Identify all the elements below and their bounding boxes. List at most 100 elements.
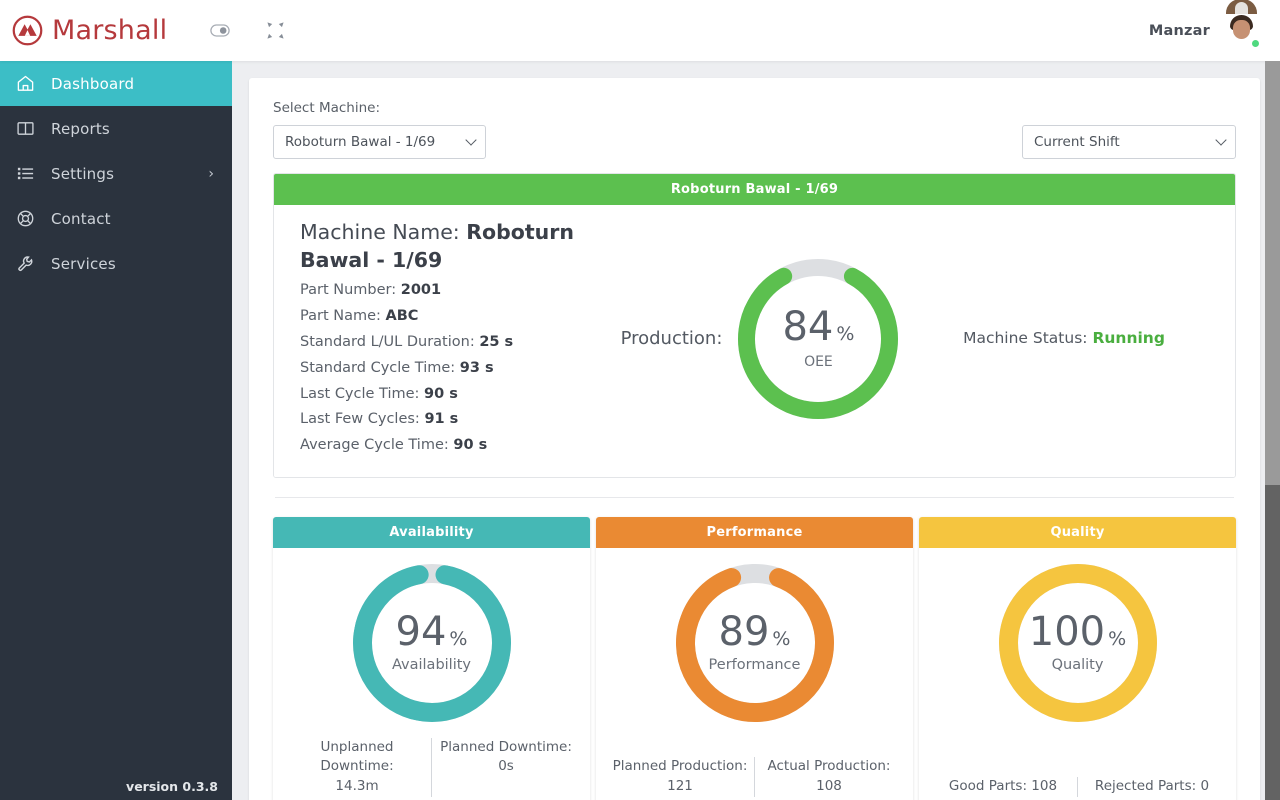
planned-downtime: Planned Downtime: 0s <box>440 738 572 775</box>
sidebar-item-reports[interactable]: Reports <box>0 106 232 151</box>
availability-chart-area: 94 % Availability <box>273 548 590 732</box>
machine-card-body: Machine Name: Roboturn Bawal - 1/69 Part… <box>274 205 1235 477</box>
top-header: Marshall Manzar <box>0 0 1280 61</box>
planned-production-label: Planned Production: <box>612 758 748 775</box>
detail-label: Last Cycle Time: <box>300 385 425 402</box>
toggle-switch-icon[interactable] <box>210 24 230 37</box>
shift-select[interactable]: Current Shift <box>1022 125 1236 159</box>
detail-value: 2001 <box>400 282 442 299</box>
machine-select-group: Select Machine: Roboturn Bawal - 1/69 <box>273 100 486 159</box>
actual-production-label: Actual Production: <box>767 758 891 775</box>
footer-separator <box>431 737 432 797</box>
availability-footer: Unplanned Downtime: 14.3m Planned Downti… <box>273 732 590 800</box>
performance-chart-area: 89 % Performance <box>596 548 913 732</box>
metric-cards-row: Availability 94 % Availability Unplanned… <box>273 516 1236 800</box>
page-scrollbar-thumb[interactable] <box>1265 61 1280 485</box>
quality-footer: Good Parts: 108 Rejected Parts: 0 <box>919 771 1236 800</box>
performance-card: Performance 89 % Performance Planned Pro… <box>596 516 913 800</box>
unplanned-downtime: Unplanned Downtime: 14.3m <box>287 738 427 797</box>
life-ring-icon <box>14 209 36 228</box>
detail-row: Part Name: ABC <box>300 304 600 330</box>
detail-row: Last Cycle Time: 90 s <box>300 382 600 408</box>
machine-select[interactable]: Roboturn Bawal - 1/69 <box>273 125 486 159</box>
quality-card: Quality 100 % Quality Good Parts: 108 Re… <box>919 516 1236 800</box>
machine-name-label: Machine Name: <box>300 220 467 244</box>
detail-label: Part Number: <box>300 282 401 299</box>
machine-status: Machine Status: Running <box>963 329 1165 347</box>
page-scrollbar-track[interactable] <box>1265 61 1280 800</box>
brand-logo[interactable]: Marshall <box>12 15 182 46</box>
detail-row: Standard Cycle Time: 93 s <box>300 356 600 382</box>
brand-name: Marshall <box>52 15 168 46</box>
quality-chart-area: 100 % Quality <box>919 548 1236 732</box>
book-icon <box>14 119 36 138</box>
performance-card-title: Performance <box>596 516 913 548</box>
actual-production: Actual Production: 108 <box>759 757 899 796</box>
detail-label: Average Cycle Time: <box>300 437 454 454</box>
app-root: Marshall Manzar Dashboard Reports Settin… <box>0 0 1280 800</box>
detail-value: 93 s <box>459 359 494 376</box>
availability-donut-chart: 94 % Availability <box>352 563 511 722</box>
detail-value: 91 s <box>424 411 459 428</box>
detail-value: ABC <box>385 308 419 325</box>
detail-value: 90 s <box>424 385 458 402</box>
machine-details: Machine Name: Roboturn Bawal - 1/69 Part… <box>300 219 600 459</box>
sidebar-item-settings[interactable]: Settings › <box>0 151 232 196</box>
list-icon <box>14 164 36 183</box>
shift-select-group: Current Shift <box>1022 125 1236 159</box>
detail-label: Standard Cycle Time: <box>300 359 460 376</box>
actual-production-value: 108 <box>816 778 842 795</box>
header-user-area[interactable]: Manzar <box>1148 0 1261 49</box>
detail-label: Standard L/UL Duration: <box>300 333 480 350</box>
machine-status-group: Machine Status: Running <box>919 329 1209 348</box>
wrench-icon <box>14 254 36 273</box>
performance-donut-chart: 89 % Performance <box>675 563 834 722</box>
shift-select-wrap: Current Shift <box>1022 125 1236 159</box>
detail-row: Part Number: 2001 <box>300 278 600 304</box>
chevron-right-icon: › <box>208 165 214 182</box>
production-label: Production: <box>620 328 723 350</box>
sidebar-item-label: Contact <box>51 209 111 228</box>
rejected-parts: Rejected Parts: 0 <box>1094 778 1210 795</box>
section-divider <box>275 496 1234 498</box>
sidebar: Dashboard Reports Settings › Contact Ser… <box>0 61 232 800</box>
sidebar-item-services[interactable]: Services <box>0 241 232 286</box>
detail-value: 90 s <box>453 437 488 454</box>
sidebar-item-label: Settings <box>51 164 115 183</box>
detail-label: Last Few Cycles: <box>300 411 425 428</box>
footer-separator <box>1077 777 1078 797</box>
good-parts: Good Parts: 108 <box>948 778 1058 795</box>
machine-name-row: Machine Name: Roboturn Bawal - 1/69 <box>300 219 600 274</box>
machine-status-value: Running <box>1092 329 1165 348</box>
scrollbar-header-cap <box>1265 0 1280 61</box>
selector-row: Select Machine: Roboturn Bawal - 1/69 Cu… <box>273 100 1236 159</box>
quality-card-title: Quality <box>919 516 1236 548</box>
sidebar-item-contact[interactable]: Contact <box>0 196 232 241</box>
machine-card: Roboturn Bawal - 1/69 Machine Name: Robo… <box>273 173 1236 478</box>
sidebar-item-label: Reports <box>51 119 110 138</box>
footer-separator <box>754 757 755 797</box>
avatar[interactable] <box>1223 0 1261 49</box>
machine-select-wrap: Roboturn Bawal - 1/69 <box>273 125 486 159</box>
detail-row: Standard L/UL Duration: 25 s <box>300 330 600 356</box>
machine-status-label: Machine Status: <box>963 329 1093 348</box>
machine-card-title: Roboturn Bawal - 1/69 <box>274 174 1235 205</box>
sidebar-item-dashboard[interactable]: Dashboard <box>0 61 232 106</box>
unplanned-downtime-label: Unplanned Downtime: <box>320 738 394 775</box>
compress-icon[interactable] <box>266 21 285 40</box>
planned-production-value: 121 <box>667 778 693 795</box>
online-status-dot <box>1250 38 1261 49</box>
quality-donut-chart: 100 % Quality <box>998 563 1157 722</box>
user-name: Manzar <box>1148 22 1210 39</box>
performance-footer: Planned Production: 121 Actual Productio… <box>596 751 913 800</box>
detail-label: Part Name: <box>300 308 386 325</box>
detail-row: Last Few Cycles: 91 s <box>300 407 600 433</box>
sidebar-item-label: Dashboard <box>51 74 135 93</box>
main-content: Select Machine: Roboturn Bawal - 1/69 Cu… <box>232 61 1280 800</box>
marshall-logo-icon <box>12 15 43 46</box>
version-label: version 0.3.8 <box>126 779 218 794</box>
availability-card-title: Availability <box>273 516 590 548</box>
dashboard-panel: Select Machine: Roboturn Bawal - 1/69 Cu… <box>249 78 1260 800</box>
detail-value: 25 s <box>479 333 514 350</box>
